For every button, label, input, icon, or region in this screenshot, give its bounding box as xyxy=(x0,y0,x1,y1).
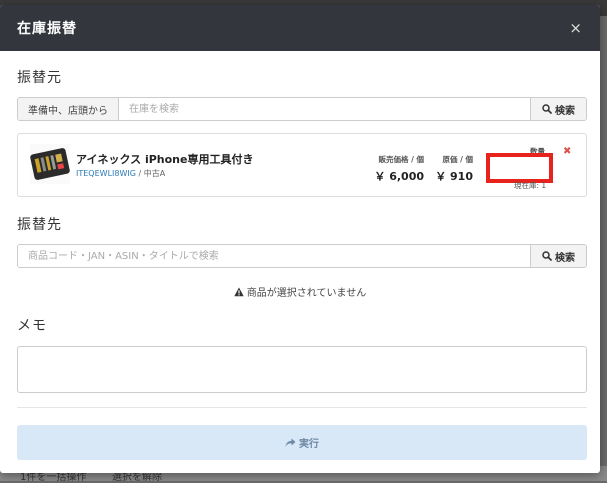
current-stock-text: 現在庫: 1 xyxy=(514,181,547,190)
product-sku-link[interactable]: ITEQEWLI8WIG xyxy=(76,169,136,178)
source-search-button[interactable]: 検索 xyxy=(530,98,586,120)
footer-divider xyxy=(17,407,587,408)
source-search-row: 準備中、店頭から 検索 xyxy=(17,97,587,121)
destination-search-button-label: 検索 xyxy=(555,252,575,264)
no-product-warning: 商品が選択されていません xyxy=(0,284,600,299)
destination-section-label: 振替先 xyxy=(17,217,62,233)
remove-item-icon[interactable]: ✖ xyxy=(563,146,571,157)
execute-button[interactable]: 実行 xyxy=(17,425,587,460)
sale-price-value: ￥ 6,000 xyxy=(374,170,424,183)
source-product-card: アイネックス iPhone専用工具付き ITEQEWLI8WIG / 中古A 販… xyxy=(17,133,587,197)
memo-section-label: メモ xyxy=(17,318,47,334)
search-icon xyxy=(542,251,552,261)
source-section-label: 振替元 xyxy=(17,70,62,86)
source-search-input[interactable] xyxy=(119,98,530,120)
destination-search-row: 検索 xyxy=(17,244,587,268)
modal-header: 在庫振替 × xyxy=(0,5,600,51)
source-scope-addon[interactable]: 準備中、店頭から xyxy=(18,98,119,120)
close-icon[interactable]: × xyxy=(569,19,582,37)
search-icon xyxy=(542,104,552,114)
quantity-input[interactable] xyxy=(486,153,553,183)
execute-button-label: 実行 xyxy=(299,439,319,450)
product-thumbnail xyxy=(30,144,70,184)
product-meta-separator: / xyxy=(138,169,142,178)
product-name: アイネックス iPhone専用工具付き xyxy=(76,153,254,166)
warning-text: 商品が選択されていません xyxy=(246,288,367,299)
destination-search-button[interactable]: 検索 xyxy=(530,245,586,267)
stock-transfer-modal: 在庫振替 × 振替元 準備中、店頭から 検索 アイネックス iPhone専用工具… xyxy=(0,5,600,473)
warning-icon xyxy=(234,287,244,297)
source-search-button-label: 検索 xyxy=(555,105,575,117)
memo-textarea[interactable] xyxy=(17,346,587,393)
sale-price-column: 販売価格 / 個 ￥ 6,000 xyxy=(360,154,424,184)
cost-price-column: 原価 / 個 ￥ 910 xyxy=(430,154,473,184)
product-meta: ITEQEWLI8WIG / 中古A xyxy=(76,168,165,179)
share-arrow-icon xyxy=(285,438,296,447)
cost-price-value: ￥ 910 xyxy=(435,170,473,183)
cost-price-label: 原価 / 個 xyxy=(442,155,473,164)
product-condition: 中古A xyxy=(143,169,166,178)
sale-price-label: 販売価格 / 個 xyxy=(378,155,424,164)
modal-title: 在庫振替 xyxy=(17,21,77,37)
destination-search-input[interactable] xyxy=(18,245,530,267)
